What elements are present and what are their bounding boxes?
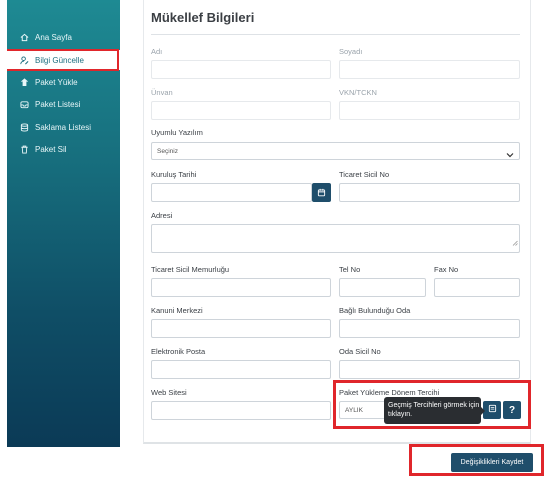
resize-handle-icon [512, 233, 518, 251]
ad-field[interactable] [151, 60, 331, 79]
bagli-oda-label: Bağlı Bulunduğu Oda [339, 306, 411, 315]
sidebar: Ana Sayfa Bilgi Güncelle Paket Yükle Pak… [7, 0, 120, 447]
unvan-label: Ünvan [151, 88, 173, 97]
eposta-label: Elektronik Posta [151, 347, 206, 356]
kurulus-tarihi-label: Kuruluş Tarihi [151, 170, 197, 179]
tel-label: Tel No [339, 265, 361, 274]
sidebar-item-ana-sayfa[interactable]: Ana Sayfa [7, 27, 120, 47]
database-icon [19, 122, 29, 132]
history-tooltip: Geçmiş Tercihleri görmek için tıklayın. [384, 397, 485, 424]
soyad-field[interactable] [339, 60, 520, 79]
unvan-field[interactable] [151, 101, 331, 120]
web-sitesi-label: Web Sitesi [151, 388, 187, 397]
select-value: Seçiniz [157, 148, 178, 155]
tooltip-arrow [481, 407, 485, 415]
memurlugu-label: Ticaret Sicil Memurluğu [151, 265, 230, 274]
help-icon: ? [508, 404, 516, 416]
donem-value: AYLIK [345, 407, 363, 414]
uyumlu-yazilim-select[interactable]: Seçiniz [151, 142, 520, 160]
sidebar-item-label: Bilgi Güncelle [35, 55, 84, 65]
sidebar-item-bilgi-guncelle[interactable]: Bilgi Güncelle [7, 50, 120, 70]
sidebar-item-label: Saklama Listesi [35, 122, 92, 132]
ticaret-sicil-field[interactable] [339, 183, 520, 202]
sidebar-item-saklama-listesi[interactable]: Saklama Listesi [7, 117, 120, 137]
fax-field[interactable] [434, 278, 520, 297]
user-edit-icon [19, 55, 29, 65]
bagli-oda-field[interactable] [339, 319, 520, 338]
kanuni-merkezi-field[interactable] [151, 319, 331, 338]
fax-label: Fax No [434, 265, 459, 274]
save-button[interactable]: Değişiklikleri Kaydet [451, 453, 533, 472]
upload-icon [19, 77, 29, 87]
tooltip-text: Geçmiş Tercihleri görmek için tıklayın. [388, 402, 480, 418]
adres-label: Adresi [151, 211, 173, 220]
chevron-down-icon [505, 147, 515, 158]
sidebar-item-paket-listesi[interactable]: Paket Listesi [7, 94, 120, 114]
web-sitesi-field[interactable] [151, 401, 331, 420]
calendar-icon [317, 184, 326, 202]
tel-field[interactable] [339, 278, 426, 297]
sidebar-item-paket-sil[interactable]: Paket Sil [7, 139, 120, 159]
adres-textarea[interactable] [151, 224, 520, 253]
calendar-button[interactable] [312, 183, 331, 202]
sidebar-item-label: Paket Sil [35, 144, 67, 154]
sidebar-item-label: Ana Sayfa [35, 32, 72, 42]
home-icon [19, 32, 29, 42]
history-button[interactable] [483, 401, 501, 419]
ad-label: Adı [151, 47, 163, 56]
vkn-label: VKN/TCKN [339, 88, 377, 97]
soyad-label: Soyadı [339, 47, 363, 56]
title-divider [151, 34, 520, 35]
ticaret-sicil-label: Ticaret Sicil No [339, 170, 390, 179]
kanuni-merkezi-label: Kanuni Merkezi [151, 306, 203, 315]
memurlugu-field[interactable] [151, 278, 331, 297]
oda-sicil-field[interactable] [339, 360, 520, 379]
kurulus-tarihi-field[interactable] [151, 183, 312, 202]
uyumlu-yazilim-label: Uyumlu Yazılım [151, 128, 203, 137]
sidebar-item-label: Paket Listesi [35, 99, 81, 109]
help-button[interactable]: ? [503, 401, 521, 419]
vkn-field[interactable] [339, 101, 520, 120]
eposta-field[interactable] [151, 360, 331, 379]
oda-sicil-label: Oda Sicil No [339, 347, 381, 356]
sidebar-item-label: Paket Yükle [35, 77, 78, 87]
inbox-icon [19, 99, 29, 109]
trash-icon [19, 144, 29, 154]
donem-tercihi-label: Paket Yükleme Dönem Tercihi [339, 388, 440, 397]
list-icon [488, 404, 497, 416]
page-title: Mükellef Bilgileri [151, 10, 255, 25]
sidebar-item-paket-yukle[interactable]: Paket Yükle [7, 72, 120, 92]
